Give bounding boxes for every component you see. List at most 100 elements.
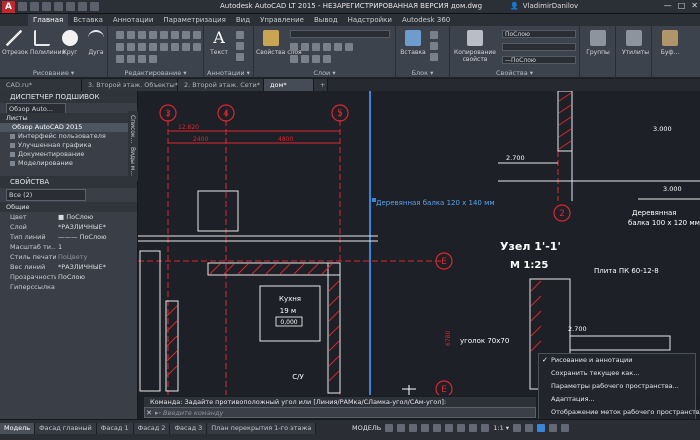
new-tab-button[interactable]: + (314, 79, 328, 91)
match-properties-tool[interactable]: Копирование свойств (452, 30, 498, 63)
workspace-gear-icon[interactable] (513, 424, 522, 432)
otrack-icon[interactable] (445, 424, 454, 432)
isolate-icon[interactable] (525, 424, 534, 432)
user-menu[interactable]: 👤 VladimirDanilov (510, 2, 578, 10)
doc-tab-second-floor-networks[interactable]: 2. Второй этаж. Сети* (178, 79, 264, 91)
prop-row-hyperlink[interactable]: Гиперссылка (0, 282, 137, 292)
linetype-dropdown[interactable]: —ПоСлою (502, 56, 576, 64)
model-space-toggle[interactable]: МОДЕЛЬ (352, 424, 381, 432)
open-icon[interactable] (30, 2, 39, 11)
tab-insert[interactable]: Вставка (68, 14, 108, 26)
clean-screen-icon[interactable] (549, 424, 558, 432)
edit-block-icon[interactable] (430, 42, 438, 50)
sheet-tree-item[interactable]: Интерфейс пользователя (0, 132, 137, 141)
tab-view[interactable]: Вид (231, 14, 255, 26)
layer-thaw-icon[interactable] (312, 55, 320, 63)
autoscale-icon[interactable] (481, 424, 490, 432)
trim-icon[interactable] (138, 31, 146, 39)
selection-dropdown[interactable]: Все (2) (0, 188, 137, 202)
layer-properties-tool[interactable]: Свойства слоя (256, 30, 302, 56)
text-tool[interactable]: A Текст (207, 30, 231, 57)
menu-item-save-current-as[interactable]: Сохранить текущее как... (539, 367, 695, 380)
app-logo[interactable]: A (2, 1, 15, 13)
sheet-set-dropdown[interactable]: Обзор Auto... (0, 103, 137, 113)
tab-output[interactable]: Вывод (309, 14, 343, 26)
block-group-label[interactable]: Блок ▾ (396, 69, 449, 77)
layout-tab-model[interactable]: Модель (0, 423, 36, 434)
menu-item-workspace-settings[interactable]: Параметры рабочего пространства... (539, 380, 695, 393)
tab-a360[interactable]: Autodesk 360 (397, 14, 455, 26)
insert-block-tool[interactable]: Вставка (400, 30, 426, 56)
tab-home[interactable]: Главная (28, 14, 69, 26)
annotation-visibility-icon[interactable] (469, 424, 478, 432)
layer-match-icon[interactable] (334, 43, 342, 51)
polyline-tool[interactable]: Полилиния (30, 30, 65, 56)
maximize-button[interactable]: □ (678, 1, 686, 10)
side-tab-list[interactable]: Список... (129, 115, 136, 143)
general-section-header[interactable]: Общие (0, 202, 137, 212)
drawing-canvas[interactable]: 3 4 5 2 E E 12.820 2400 4800 6780 Кухня … (138, 91, 700, 395)
menu-item-display-workspace-label[interactable]: Отображение меток рабочего пространства (539, 406, 700, 419)
layout-tab[interactable]: Фасад 1 (96, 423, 134, 434)
layers-group-label[interactable]: Слои ▾ (254, 69, 395, 77)
lengthen-icon[interactable] (193, 43, 201, 51)
layer-off-icon[interactable] (290, 43, 298, 51)
utilities-tool[interactable]: Утилиты (622, 30, 649, 56)
save-icon[interactable] (42, 2, 51, 11)
draw-group-label[interactable]: Рисование ▾ (0, 69, 107, 77)
osnap-icon[interactable] (433, 424, 442, 432)
layer-unlock-icon[interactable] (323, 55, 331, 63)
chamfer-icon[interactable] (160, 43, 168, 51)
copy-icon[interactable] (160, 31, 168, 39)
tab-annotate[interactable]: Аннотации (108, 14, 158, 26)
beam-label-1[interactable]: Деревянная балка 120 х 140 мм (376, 199, 495, 207)
offset-icon[interactable] (149, 43, 157, 51)
menu-item-drafting-annotation[interactable]: Рисование и аннотации (539, 354, 695, 367)
command-prompt-icon[interactable]: ▸- (155, 409, 161, 417)
menu-item-customize[interactable]: Адаптация... (539, 393, 695, 406)
create-block-icon[interactable] (430, 31, 438, 39)
print-icon[interactable] (66, 2, 75, 11)
ortho-icon[interactable] (409, 424, 418, 432)
prop-row-layer[interactable]: Слой *РАЗЛИЧНЫЕ* (0, 222, 137, 232)
align-icon[interactable] (116, 55, 124, 63)
dimension-icon[interactable] (236, 31, 244, 39)
properties-group-label[interactable]: Свойства ▾ (450, 69, 579, 77)
annotation-group-label[interactable]: Аннотации ▾ (204, 69, 253, 77)
new-icon[interactable] (18, 2, 27, 11)
saveas-icon[interactable] (54, 2, 63, 11)
annotation-scale[interactable]: 1:1 ▾ (493, 424, 509, 432)
snap-icon[interactable] (397, 424, 406, 432)
close-button[interactable]: ✕ (691, 1, 698, 10)
erase-icon[interactable] (149, 31, 157, 39)
close-icon[interactable]: ✕ (145, 409, 153, 417)
clipboard-tool[interactable]: Буф... (658, 30, 682, 56)
prop-row-plot-style[interactable]: Стиль печати ПоЦвету (0, 252, 137, 262)
layout-tab[interactable]: Фасад 2 (133, 423, 171, 434)
tab-addins[interactable]: Надстройки (343, 14, 397, 26)
layer-isolate-icon[interactable] (301, 43, 309, 51)
side-tab-views[interactable]: Виды м... (129, 147, 136, 176)
prop-row-transparency[interactable]: Прозрачность ПоСлою (0, 272, 137, 282)
layout-tab[interactable]: План перекрытия 1-го этажа (207, 423, 317, 434)
layer-freeze-icon[interactable] (312, 43, 320, 51)
lineweight-dropdown[interactable] (502, 43, 576, 51)
doc-tab-second-floor-objects[interactable]: 3. Второй этаж. Объекты* (82, 79, 178, 91)
mirror-icon[interactable] (171, 31, 179, 39)
edit-icon[interactable] (127, 55, 135, 63)
layer-unisolate-icon[interactable] (301, 55, 309, 63)
array-icon[interactable] (138, 43, 146, 51)
prop-row-color[interactable]: Цвет ■ ПоСлою (0, 212, 137, 222)
layout-tab[interactable]: Фасад 3 (170, 423, 208, 434)
explode-icon[interactable] (193, 31, 201, 39)
lineweight-icon[interactable] (457, 424, 466, 432)
stretch-icon[interactable] (116, 43, 124, 51)
table-icon[interactable] (236, 53, 244, 61)
command-input[interactable] (163, 408, 535, 417)
prop-row-linetype-scale[interactable]: Масштаб ти... 1 (0, 242, 137, 252)
sheet-tree-item[interactable]: Документирование (0, 150, 137, 159)
prop-row-linetype[interactable]: Тип линий ——— ПоСлою (0, 232, 137, 242)
customize-icon[interactable] (561, 424, 570, 432)
tab-manage[interactable]: Управление (255, 14, 309, 26)
spline-icon[interactable] (149, 55, 157, 63)
